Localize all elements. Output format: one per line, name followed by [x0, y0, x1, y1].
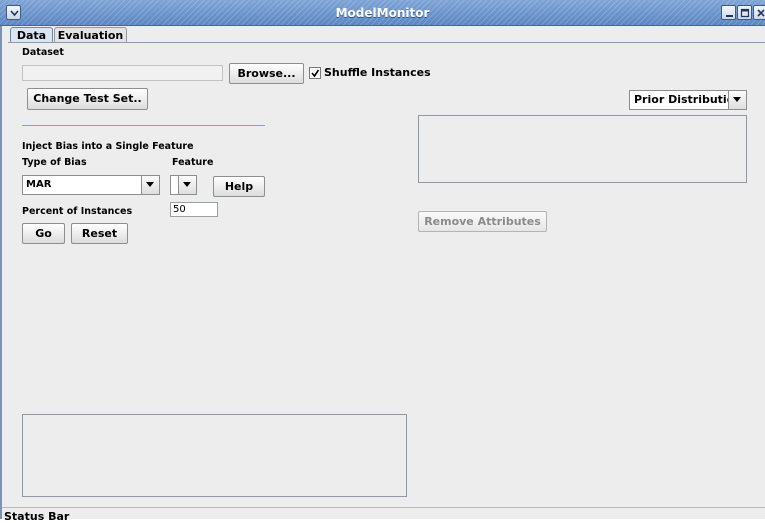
status-text: Status Bar — [4, 510, 70, 523]
status-bar: Status Bar — [2, 507, 765, 523]
shuffle-label: Shuffle Instances — [324, 66, 431, 79]
chevron-down-icon — [178, 176, 196, 194]
help-button[interactable]: Help — [213, 176, 265, 197]
inject-bias-heading: Inject Bias into a Single Feature — [22, 141, 194, 152]
change-test-set-button[interactable]: Change Test Set.. — [27, 88, 148, 110]
prior-distribution-panel — [418, 115, 747, 183]
tab-divider — [8, 42, 765, 43]
close-icon[interactable] — [753, 5, 765, 20]
browse-button[interactable]: Browse... — [229, 63, 304, 84]
type-of-bias-label: Type of Bias — [22, 157, 87, 168]
chevron-down-icon — [728, 91, 746, 109]
minimize-icon[interactable] — [721, 5, 736, 20]
dataset-path-field[interactable] — [22, 65, 223, 81]
window-title: ModelMonitor — [335, 6, 430, 20]
section-separator — [22, 125, 265, 126]
dataset-label: Dataset — [22, 47, 64, 58]
prior-distribution-value: Prior Distribution — [634, 93, 743, 106]
output-panel — [22, 414, 407, 497]
prior-distribution-select[interactable]: Prior Distribution — [629, 90, 747, 110]
checkmark-icon — [311, 69, 320, 78]
feature-label: Feature — [172, 157, 214, 168]
tab-data[interactable]: Data — [10, 27, 53, 43]
reset-button[interactable]: Reset — [71, 223, 128, 244]
type-of-bias-value: MAR — [26, 179, 52, 190]
chevron-down-icon — [141, 176, 159, 194]
tab-evaluation[interactable]: Evaluation — [54, 27, 127, 43]
go-button[interactable]: Go — [22, 223, 65, 244]
type-of-bias-select[interactable]: MAR — [22, 175, 160, 195]
percent-of-instances-input[interactable]: 50 — [170, 202, 218, 217]
percent-of-instances-label: Percent of Instances — [22, 206, 133, 217]
maximize-icon[interactable] — [737, 5, 752, 20]
remove-attributes-button[interactable]: Remove Attributes — [418, 211, 547, 232]
feature-select[interactable] — [170, 175, 197, 195]
shuffle-checkbox[interactable] — [309, 67, 321, 79]
